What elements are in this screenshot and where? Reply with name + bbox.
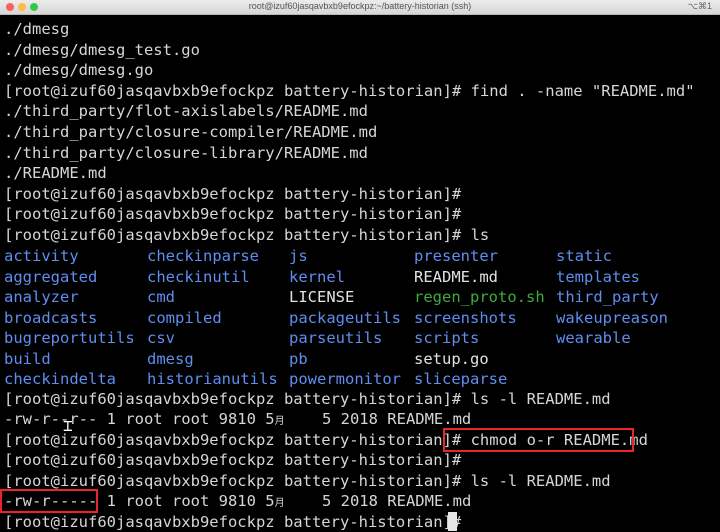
terminal-line: ./dmesg/dmesg.go — [4, 61, 154, 80]
terminal-line: [root@izuf60jasqavbxb9efockpz battery-hi… — [4, 184, 462, 203]
ls-entry: powermonitor — [289, 370, 401, 388]
ls-entry: checkinparse — [147, 247, 259, 265]
ls-entry: aggregated — [4, 267, 98, 286]
ls-row: analyzer cmd LICENSE regen_proto.sh third_pa… — [0, 287, 720, 307]
ls-entry: dmesg — [147, 349, 194, 368]
ls-entry: sliceparse — [414, 370, 508, 388]
chmod-prompt: [root@izuf60jasqavbxb9efockpz battery-hi… — [4, 431, 471, 449]
ls-entry: build — [4, 349, 51, 368]
month-char: 月 — [274, 416, 285, 427]
ls-entry: compiled — [147, 308, 222, 327]
ls-l-result-2-post: 5 2018 README.md — [284, 492, 472, 510]
month-char-2: 月 — [274, 498, 285, 509]
ls-entry: wearable — [556, 329, 631, 347]
ls-entry: js — [289, 247, 308, 265]
ls-entry: static — [556, 247, 612, 265]
ls-entry: LICENSE — [289, 288, 355, 306]
terminal-cursor — [448, 512, 457, 531]
terminal-line: ./dmesg/dmesg_test.go — [4, 40, 200, 59]
window-title: root@izuf60jasqavbxb9efockpz:~/battery-h… — [248, 1, 472, 11]
ls-entry: regen_proto.sh — [414, 288, 545, 306]
ls-entry: kernel — [289, 267, 345, 286]
ls-row: build dmesg pb setup.go — [0, 349, 720, 369]
ls-entry: presenter — [414, 247, 498, 265]
ls-row: bugreportutils csv parseutils scripts wearab… — [0, 328, 720, 348]
permissions-highlight-box — [0, 489, 98, 513]
ls-l-result-post: 5 2018 README.md — [284, 410, 472, 428]
ls-l-result-2-pre: 1 root root 9810 5 — [97, 492, 275, 510]
text-cursor-icon: ⌶ — [63, 416, 73, 435]
ls-entry: third_party — [556, 288, 659, 306]
window-shortcut: ⌥⌘1 — [687, 1, 712, 11]
chmod-highlight-box — [443, 428, 634, 452]
ls-row: checkindelta historianutils powermonitor sl… — [0, 369, 720, 389]
ls-entry: screenshots — [414, 308, 517, 327]
final-prompt-line: [root@izuf60jasqavbxb9efockpz battery-hi… — [4, 513, 471, 531]
ls-entry: parseutils — [289, 329, 383, 347]
ls-entry: cmd — [147, 288, 175, 306]
ls-entry: analyzer — [4, 288, 79, 306]
terminal-line: ./README.md — [4, 164, 107, 183]
ls-entry: scripts — [414, 329, 480, 347]
ls-entry: checkindelta — [4, 370, 116, 388]
ls-entry: packageutils — [289, 308, 401, 327]
ls-row: activity checkinparse js presenter static — [0, 246, 720, 266]
terminal-output[interactable]: ./dmesg ./dmesg/dmesg_test.go ./dmesg/dmes… — [0, 15, 720, 531]
ls-row: broadcasts compiled packageutils screenshot… — [0, 308, 720, 328]
terminal-line: ./third_party/flot-axislabels/README.md — [4, 102, 368, 121]
ls-entry: historianutils — [147, 370, 278, 388]
terminal-line: [root@izuf60jasqavbxb9efockpz battery-hi… — [4, 205, 462, 224]
ls-l-result-pre: -rw-r--r-- 1 root root 9810 5 — [4, 410, 275, 428]
ls-l-result-line: -rw-r--r-- 1 root root 9810 5月 5 2018 RE… — [4, 409, 471, 429]
ls-entry: templates — [556, 267, 640, 286]
ls-entry: setup.go — [414, 349, 489, 368]
terminal-line: [root@izuf60jasqavbxb9efockpz battery-hi… — [4, 81, 695, 100]
ls-entry: pb — [289, 349, 308, 368]
blank-prompt-line: [root@izuf60jasqavbxb9efockpz battery-hi… — [4, 451, 462, 469]
ls-entry: csv — [147, 329, 175, 347]
ls-row: aggregated checkinutil kernel README.md temp… — [0, 267, 720, 287]
ls-entry: broadcasts — [4, 308, 98, 327]
ls-l-command-line: [root@izuf60jasqavbxb9efockpz battery-hi… — [4, 390, 611, 408]
terminal-line: ./dmesg — [4, 20, 70, 38]
terminal-line: ./third_party/closure-library/README.md — [4, 143, 368, 162]
ls-entry: bugreportutils — [4, 329, 135, 347]
window-titlebar: root@izuf60jasqavbxb9efockpz:~/battery-h… — [0, 0, 720, 15]
ls-l-command-line-2: [root@izuf60jasqavbxb9efockpz battery-hi… — [4, 472, 611, 490]
terminal-line: [root@izuf60jasqavbxb9efockpz battery-hi… — [4, 226, 490, 244]
ls-entry: README.md — [414, 267, 498, 286]
ls-entry: wakeupreason — [556, 308, 668, 327]
ls-entry: checkinutil — [147, 267, 250, 286]
ls-entry: activity — [4, 247, 79, 265]
terminal-line: ./third_party/closure-compiler/README.md — [4, 123, 378, 141]
